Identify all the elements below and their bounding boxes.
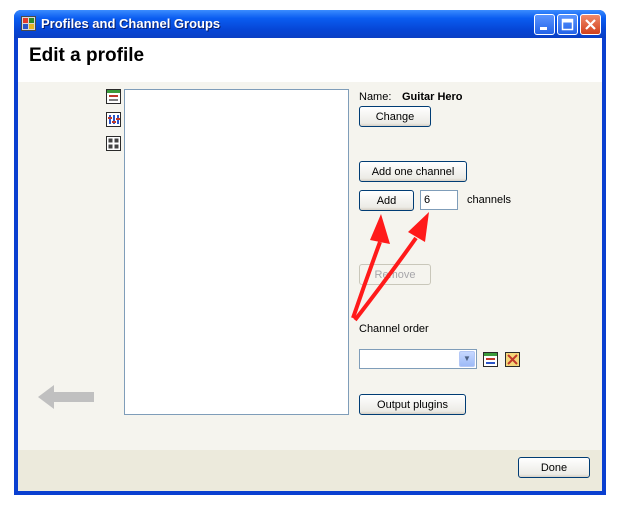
annotation-arrows <box>351 212 429 322</box>
annotation-arrow-2 <box>353 236 418 322</box>
annotation-arrow-1-head <box>370 214 390 244</box>
annotation-arrow-2-head <box>408 212 429 242</box>
